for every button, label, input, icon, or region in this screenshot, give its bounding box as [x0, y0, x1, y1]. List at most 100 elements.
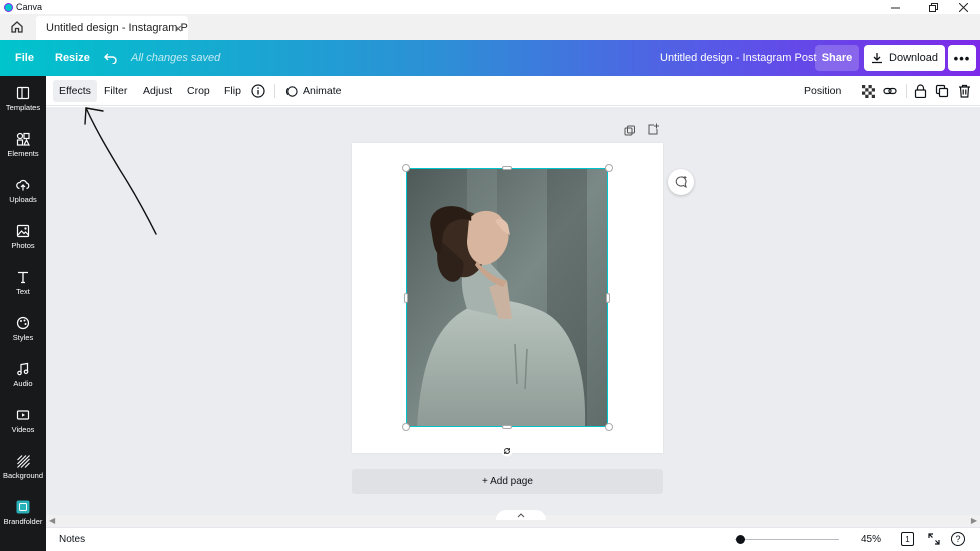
- add-page-button[interactable]: + Add page: [352, 469, 663, 494]
- undo-button[interactable]: [104, 40, 118, 76]
- chevron-up-icon: [517, 513, 525, 518]
- resize-button[interactable]: Resize: [55, 40, 90, 76]
- sidebar-item-uploads[interactable]: Uploads: [0, 168, 46, 214]
- videos-icon: [16, 410, 30, 420]
- zoom-level[interactable]: 45%: [861, 534, 881, 545]
- info-button[interactable]: [250, 83, 266, 99]
- close-icon: [958, 2, 968, 12]
- sidebar-item-text[interactable]: Text: [0, 260, 46, 306]
- lock-icon: [914, 84, 926, 98]
- maximize-button[interactable]: [916, 0, 950, 14]
- undo-icon: [104, 53, 117, 64]
- photos-icon: [16, 224, 30, 238]
- hand-drawn-arrow-annotation: [84, 107, 157, 235]
- resize-handle-bottom-right[interactable]: [605, 423, 613, 431]
- sidebar-item-label: Uploads: [9, 195, 37, 204]
- sidebar-item-photos[interactable]: Photos: [0, 214, 46, 260]
- rotate-icon: [501, 445, 513, 457]
- minimize-button[interactable]: [878, 0, 912, 14]
- resize-handle-right[interactable]: [606, 293, 610, 303]
- sidebar-item-elements[interactable]: Elements: [0, 122, 46, 168]
- delete-button[interactable]: [956, 83, 972, 99]
- effects-button[interactable]: Effects: [53, 80, 97, 102]
- zoom-slider-track[interactable]: [735, 539, 839, 540]
- horizontal-scrollbar[interactable]: ◀ ▶: [46, 510, 980, 527]
- sidebar-item-styles[interactable]: Styles: [0, 306, 46, 352]
- minimize-icon: [890, 7, 900, 8]
- restore-icon: [928, 2, 938, 12]
- crop-button[interactable]: Crop: [181, 80, 216, 102]
- link-button[interactable]: [882, 83, 898, 99]
- save-status: All changes saved: [131, 52, 221, 64]
- document-title[interactable]: Untitled design - Instagram Post: [660, 40, 817, 76]
- position-button[interactable]: Position: [798, 80, 847, 102]
- toolbar-divider: [274, 84, 275, 98]
- document-tab[interactable]: Untitled design - Instagram P ×: [36, 16, 188, 40]
- zoom-slider-thumb[interactable]: [736, 535, 746, 544]
- copy-page-icon: [624, 125, 635, 136]
- download-icon: [872, 53, 883, 64]
- design-page[interactable]: [352, 143, 663, 453]
- sidebar-item-label: Templates: [5, 103, 41, 112]
- sidebar-item-templates[interactable]: Templates: [0, 76, 46, 122]
- transparency-icon: [861, 84, 875, 98]
- home-tab[interactable]: [0, 14, 34, 40]
- sidebar-item-label: Styles: [12, 333, 34, 342]
- animate-button[interactable]: Animate: [279, 80, 348, 102]
- share-button[interactable]: Share: [815, 45, 859, 71]
- fullscreen-button[interactable]: [928, 533, 940, 548]
- lock-button[interactable]: [912, 83, 928, 99]
- resize-handle-left[interactable]: [404, 293, 408, 303]
- add-comment-button[interactable]: [668, 169, 694, 195]
- styles-icon: [16, 316, 30, 330]
- tab-close-icon[interactable]: ×: [174, 21, 182, 36]
- sidebar-item-label: Videos: [11, 425, 35, 434]
- animate-icon: [285, 85, 298, 97]
- scroll-left-icon[interactable]: ◀: [49, 516, 55, 525]
- sidebar-item-label: Audio: [13, 379, 33, 388]
- window-title-bar: Canva: [0, 0, 980, 14]
- editor-bottom-bar: Notes 45% 1 ?: [46, 527, 980, 551]
- sidebar-item-label: Photos: [11, 241, 35, 250]
- duplicate-button[interactable]: [934, 83, 950, 99]
- download-button[interactable]: Download: [864, 45, 945, 71]
- add-page-icon: [648, 123, 659, 135]
- filter-button[interactable]: Filter: [98, 80, 133, 102]
- file-menu-button[interactable]: File: [15, 40, 34, 76]
- resize-handle-bottom[interactable]: [502, 425, 512, 429]
- sidebar-item-label: Background: [2, 471, 44, 480]
- sidebar-item-background[interactable]: Background: [0, 444, 46, 490]
- transparency-button[interactable]: [860, 83, 876, 99]
- link-icon: [883, 87, 897, 95]
- resize-handle-top-left[interactable]: [402, 164, 410, 172]
- elements-icon: [16, 132, 30, 146]
- page-count: 1: [905, 534, 910, 544]
- close-window-button[interactable]: [946, 0, 980, 14]
- sidebar-item-audio[interactable]: Audio: [0, 352, 46, 398]
- adjust-button[interactable]: Adjust: [137, 80, 178, 102]
- notes-button[interactable]: Notes: [59, 534, 85, 545]
- resize-handle-bottom-left[interactable]: [402, 423, 410, 431]
- comment-icon: [675, 176, 687, 189]
- resize-handle-top[interactable]: [502, 166, 512, 170]
- help-button[interactable]: ?: [951, 532, 965, 546]
- duplicate-page-button[interactable]: [624, 124, 636, 142]
- image-context-toolbar: Effects Filter Adjust Crop Flip Animate …: [46, 76, 980, 106]
- brandfolder-icon: [16, 500, 30, 514]
- help-label: ?: [955, 534, 961, 544]
- tab-title: Untitled design - Instagram P: [46, 22, 188, 34]
- resize-handle-top-right[interactable]: [605, 164, 613, 172]
- uploads-icon: [16, 179, 30, 191]
- flip-button[interactable]: Flip: [218, 80, 247, 102]
- show-pages-toggle[interactable]: [496, 510, 546, 520]
- page-count-button[interactable]: 1: [901, 532, 914, 546]
- sidebar-item-videos[interactable]: Videos: [0, 398, 46, 444]
- duplicate-icon: [935, 84, 949, 98]
- sidebar-item-brandfolder[interactable]: Brandfolder: [0, 490, 46, 536]
- scroll-right-icon[interactable]: ▶: [971, 516, 977, 525]
- more-options-button[interactable]: •••: [948, 45, 976, 71]
- info-icon: [251, 84, 265, 98]
- selected-photo[interactable]: [406, 168, 608, 427]
- add-page-icon-button[interactable]: [647, 123, 660, 141]
- rotate-handle[interactable]: [501, 444, 513, 462]
